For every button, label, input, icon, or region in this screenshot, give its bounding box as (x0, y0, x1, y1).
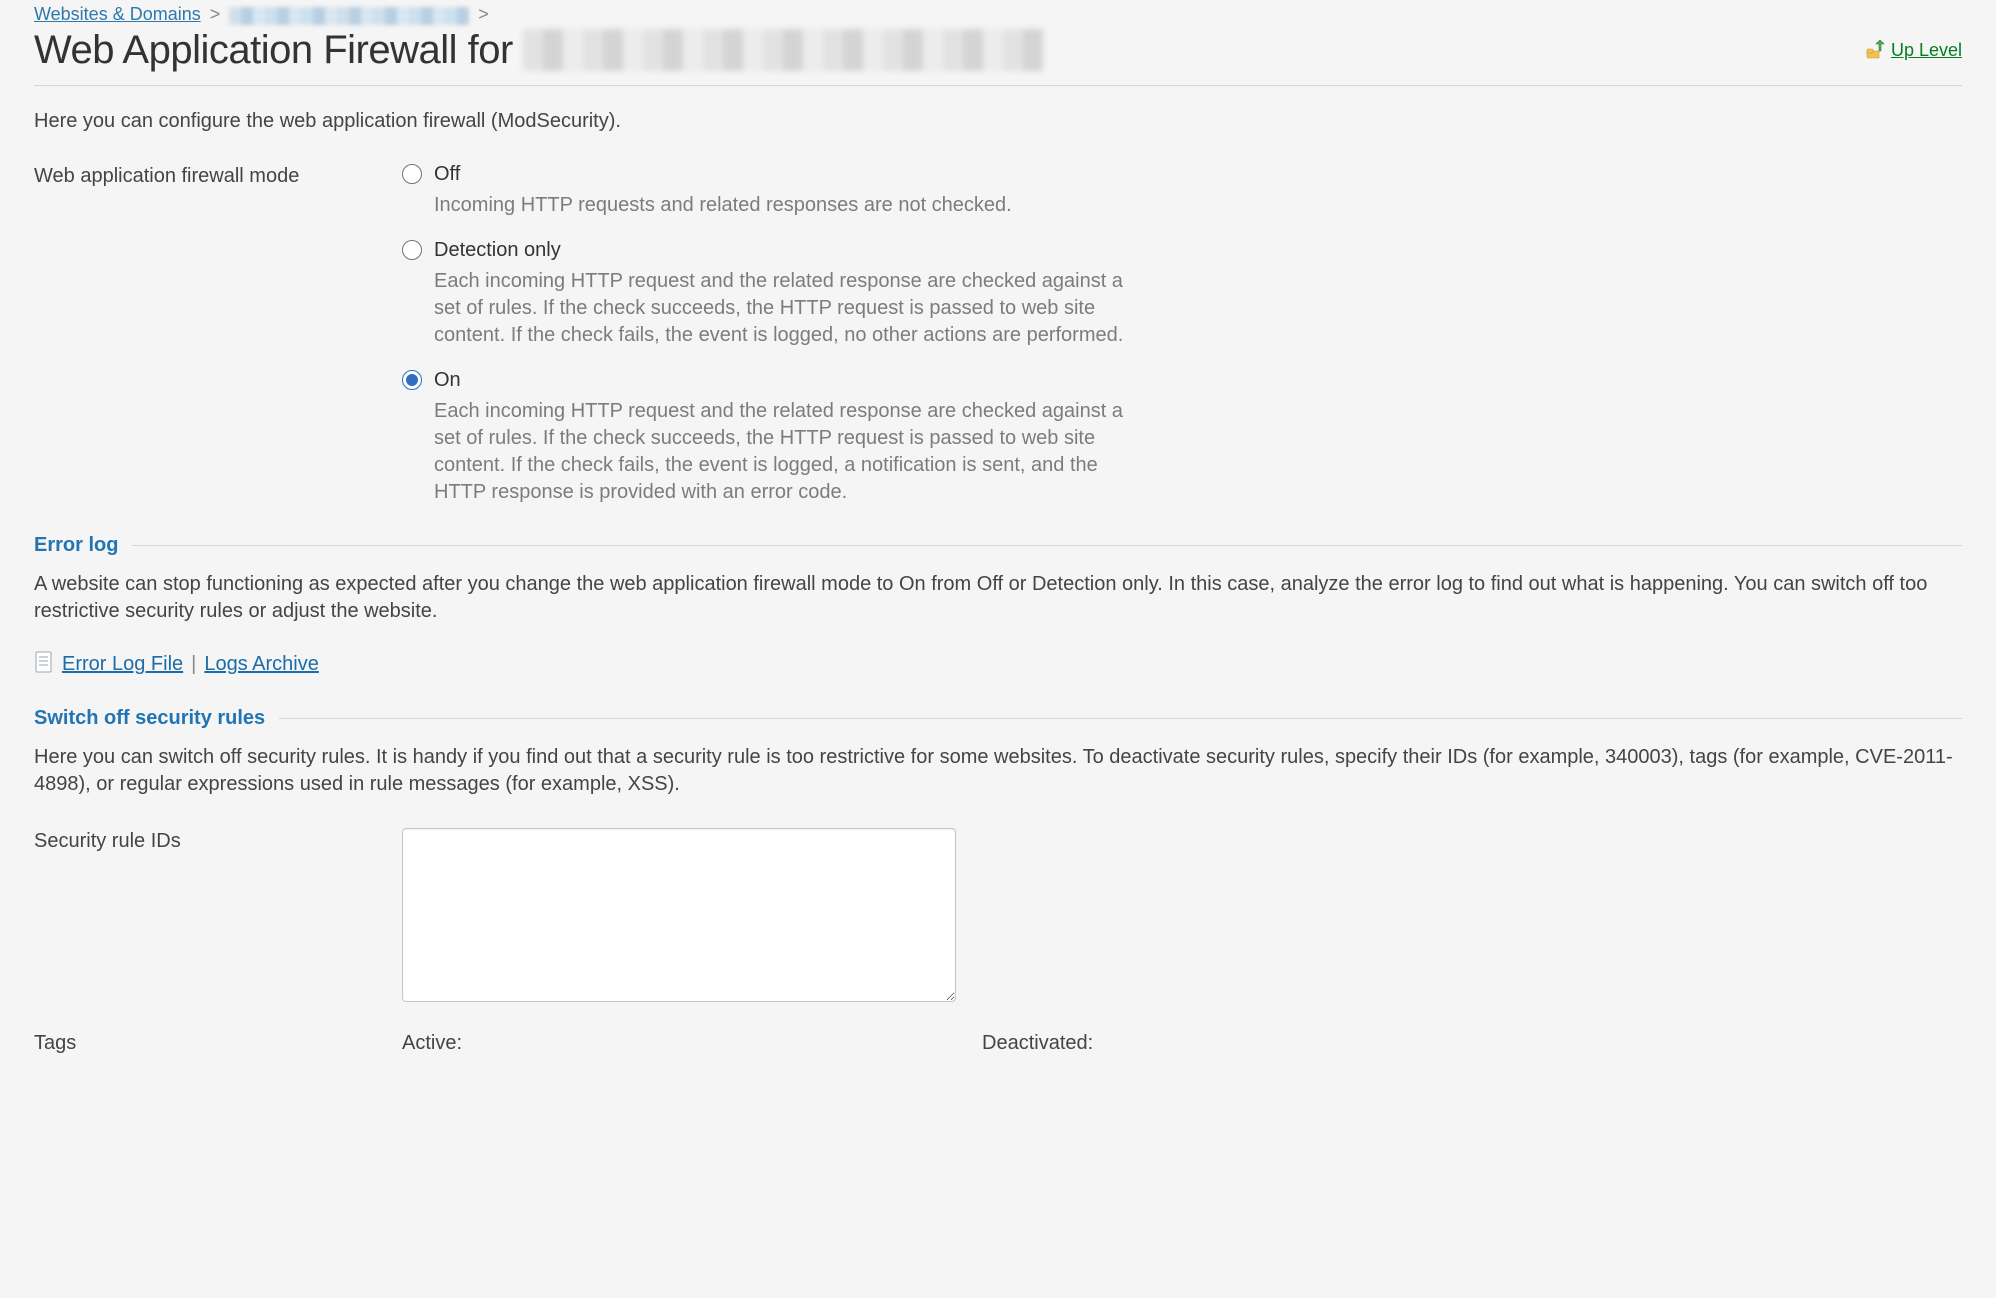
waf-mode-detection-desc: Each incoming HTTP request and the relat… (434, 268, 1142, 349)
breadcrumb-websites-domains[interactable]: Websites & Domains (34, 4, 201, 24)
waf-mode-label: Web application firewall mode (34, 163, 402, 188)
security-rule-ids-input[interactable] (402, 828, 956, 1002)
waf-mode-detection: Detection only Each incoming HTTP reques… (402, 239, 1142, 349)
waf-mode-options: Off Incoming HTTP requests and related r… (402, 163, 1962, 506)
breadcrumb-domain[interactable] (229, 5, 469, 26)
section-divider (279, 718, 1962, 719)
switch-off-title: Switch off security rules (34, 707, 265, 730)
up-level-icon (1865, 40, 1885, 60)
switch-off-section-header: Switch off security rules (34, 707, 1962, 730)
waf-mode-on: On Each incoming HTTP request and the re… (402, 369, 1142, 506)
tags-deactivated-label: Deactivated: (982, 1032, 1093, 1055)
page-title: Web Application Firewall for (34, 28, 1043, 73)
waf-mode-off-label[interactable]: Off (434, 163, 460, 186)
intro-text: Here you can configure the web applicati… (34, 110, 1962, 133)
waf-mode-detection-radio[interactable] (402, 240, 422, 260)
waf-mode-on-desc: Each incoming HTTP request and the relat… (434, 398, 1142, 506)
waf-mode-detection-label[interactable]: Detection only (434, 239, 561, 262)
tags-label: Tags (34, 1032, 402, 1055)
switch-off-text: Here you can switch off security rules. … (34, 744, 1962, 798)
up-level-link[interactable]: Up Level (1865, 40, 1962, 61)
waf-mode-on-label[interactable]: On (434, 369, 461, 392)
security-rule-ids-label: Security rule IDs (34, 828, 402, 853)
error-log-text: A website can stop functioning as expect… (34, 571, 1962, 625)
log-links-sep: | (183, 653, 204, 676)
up-level-label: Up Level (1891, 40, 1962, 61)
logs-archive-link[interactable]: Logs Archive (204, 653, 319, 676)
breadcrumb-sep-2: > (474, 4, 493, 24)
error-log-section-header: Error log (34, 534, 1962, 557)
page-title-domain (523, 29, 1043, 71)
tags-active-label: Active: (402, 1032, 462, 1055)
section-divider (132, 545, 1962, 546)
waf-mode-off-radio[interactable] (402, 164, 422, 184)
error-log-title: Error log (34, 534, 118, 557)
error-log-file-link[interactable]: Error Log File (62, 653, 183, 676)
waf-mode-off: Off Incoming HTTP requests and related r… (402, 163, 1142, 219)
file-icon (34, 651, 54, 679)
breadcrumb-sep: > (206, 4, 225, 24)
breadcrumb: Websites & Domains > > (34, 4, 1962, 28)
page-title-text: Web Application Firewall for (34, 28, 513, 73)
waf-mode-on-radio[interactable] (402, 370, 422, 390)
waf-mode-off-desc: Incoming HTTP requests and related respo… (434, 192, 1142, 219)
